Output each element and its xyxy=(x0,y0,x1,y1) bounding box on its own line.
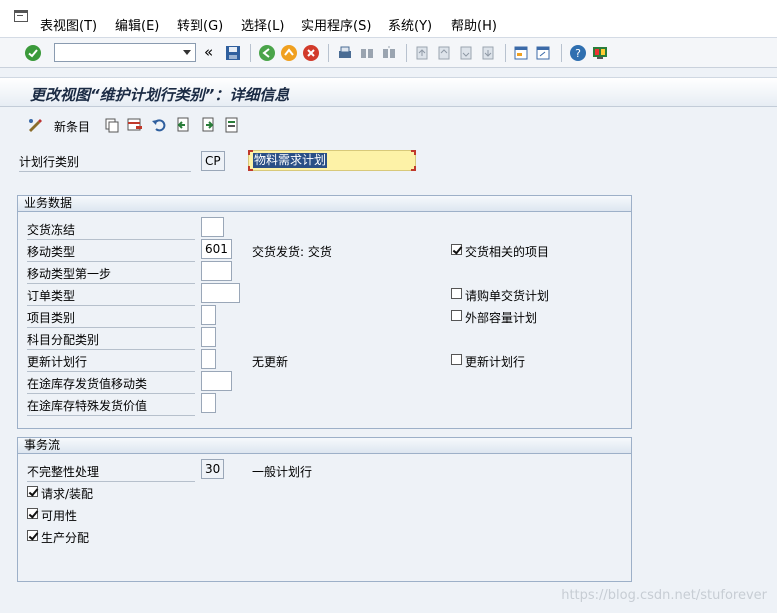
shortcut-icon[interactable] xyxy=(534,44,552,62)
availability-label: 可用性 xyxy=(41,509,78,523)
movement-type-desc: 交货发货: 交货 xyxy=(252,245,332,259)
svg-text:?: ? xyxy=(575,47,581,60)
update-schedule-lines-label: 更新计划行 xyxy=(465,355,526,369)
application-toolbar: 新条目 xyxy=(0,112,777,138)
update-schedule-line-desc: 无更新 xyxy=(252,355,289,369)
first-page-icon[interactable] xyxy=(413,44,431,62)
save-icon[interactable] xyxy=(224,44,242,62)
menu-bar: 表视图(T) 编辑(E) 转到(G) 选择(L) 实用程序(S) 系统(Y) 帮… xyxy=(0,0,777,38)
page-title: 更改视图“维护计划行类别”：详细信息 xyxy=(30,86,290,104)
account-assignment-label: 科目分配类别 xyxy=(27,331,195,350)
account-assignment-field[interactable] xyxy=(201,327,216,347)
order-type-field[interactable] xyxy=(201,283,240,303)
cancel-icon[interactable] xyxy=(302,44,320,62)
movement-type-step1-field[interactable] xyxy=(201,261,232,281)
transaction-flow-title: 事务流 xyxy=(18,438,631,454)
delivery-block-field[interactable] xyxy=(201,217,224,237)
chevron-down-icon[interactable] xyxy=(183,50,191,55)
undo-icon[interactable] xyxy=(150,116,168,134)
exit-icon[interactable] xyxy=(280,44,298,62)
description-value: 物料需求计划 xyxy=(253,153,328,168)
watermark: https://blog.csdn.net/stuforever xyxy=(561,588,767,603)
help-icon[interactable]: ? xyxy=(569,44,587,62)
movement-type-step1-label: 移动类型第一步 xyxy=(27,265,195,284)
incompletion-desc: 一般计划行 xyxy=(252,465,313,479)
item-category-label: 项目类别 xyxy=(27,309,195,328)
transaction-flow-group: 事务流 xyxy=(17,437,632,582)
copy-as-icon[interactable] xyxy=(103,116,121,134)
back-icon[interactable] xyxy=(258,44,276,62)
purchase-requisition-label: 请购单交货计划 xyxy=(465,289,550,303)
movement-type-label: 移动类型 xyxy=(27,243,195,262)
update-schedule-line-field[interactable] xyxy=(201,349,216,369)
external-capacity-label: 外部容量计划 xyxy=(465,311,538,325)
menu-help[interactable]: 帮助(H) xyxy=(451,15,497,34)
delivery-block-label: 交货冻结 xyxy=(27,221,195,240)
menu-table-view[interactable]: 表视图(T) xyxy=(40,15,97,34)
find-next-icon[interactable] xyxy=(380,44,398,62)
next-page-icon[interactable] xyxy=(457,44,475,62)
title-bar: 更改视图“维护计划行类别”：详细信息 xyxy=(0,77,777,107)
find-icon[interactable] xyxy=(358,44,376,62)
external-capacity-checkbox[interactable] xyxy=(451,310,462,321)
new-session-icon[interactable] xyxy=(512,44,530,62)
customize-layout-icon[interactable] xyxy=(591,44,609,62)
transit-stock-special-field[interactable] xyxy=(201,393,216,413)
enter-check-icon[interactable] xyxy=(24,44,42,62)
update-schedule-line-label: 更新计划行 xyxy=(27,353,195,372)
command-field[interactable] xyxy=(54,43,196,62)
requirements-assembly-label: 请求/装配 xyxy=(41,487,94,501)
new-entries-button[interactable]: 新条目 xyxy=(54,118,90,135)
requirements-assembly-checkbox[interactable] xyxy=(27,486,38,497)
delete-icon[interactable] xyxy=(126,116,144,134)
menu-selection[interactable]: 选择(L) xyxy=(241,15,284,34)
production-allocation-checkbox[interactable] xyxy=(27,530,38,541)
previous-page-icon[interactable] xyxy=(435,44,453,62)
select-all-icon[interactable] xyxy=(223,116,241,134)
item-category-field[interactable] xyxy=(201,305,216,325)
production-allocation-label: 生产分配 xyxy=(41,531,90,545)
delivery-relevant-label: 交货相关的项目 xyxy=(465,245,550,259)
collapse-toolbar-button[interactable]: « xyxy=(204,43,213,61)
availability-checkbox[interactable] xyxy=(27,508,38,519)
menu-system[interactable]: 系统(Y) xyxy=(388,15,432,34)
last-page-icon[interactable] xyxy=(479,44,497,62)
category-field[interactable]: CP xyxy=(201,151,225,171)
standard-toolbar: « ? xyxy=(0,38,777,68)
menu-goto[interactable]: 转到(G) xyxy=(177,15,223,34)
transit-stock-movement-label: 在途库存发货值移动类 xyxy=(27,375,195,394)
previous-entry-icon[interactable] xyxy=(174,116,192,134)
transit-stock-special-label: 在途库存特殊发货价值 xyxy=(27,397,195,416)
order-type-label: 订单类型 xyxy=(27,287,195,306)
change-display-icon[interactable] xyxy=(26,116,44,134)
update-schedule-lines-checkbox[interactable] xyxy=(451,354,462,365)
movement-type-field[interactable]: 601 xyxy=(201,239,232,259)
menu-utilities[interactable]: 实用程序(S) xyxy=(301,15,371,34)
description-field[interactable]: 物料需求计划 xyxy=(248,150,416,171)
incompletion-field[interactable]: 30 xyxy=(201,459,224,479)
purchase-requisition-checkbox[interactable] xyxy=(451,288,462,299)
incompletion-label: 不完整性处理 xyxy=(27,463,195,482)
delivery-relevant-checkbox[interactable] xyxy=(451,244,462,255)
category-label: 计划行类别 xyxy=(19,153,191,172)
menu-edit[interactable]: 编辑(E) xyxy=(115,15,159,34)
business-data-title: 业务数据 xyxy=(18,196,631,212)
transit-stock-movement-field[interactable] xyxy=(201,371,232,391)
next-entry-icon[interactable] xyxy=(199,116,217,134)
system-menu-icon[interactable] xyxy=(14,10,28,22)
print-icon[interactable] xyxy=(336,44,354,62)
